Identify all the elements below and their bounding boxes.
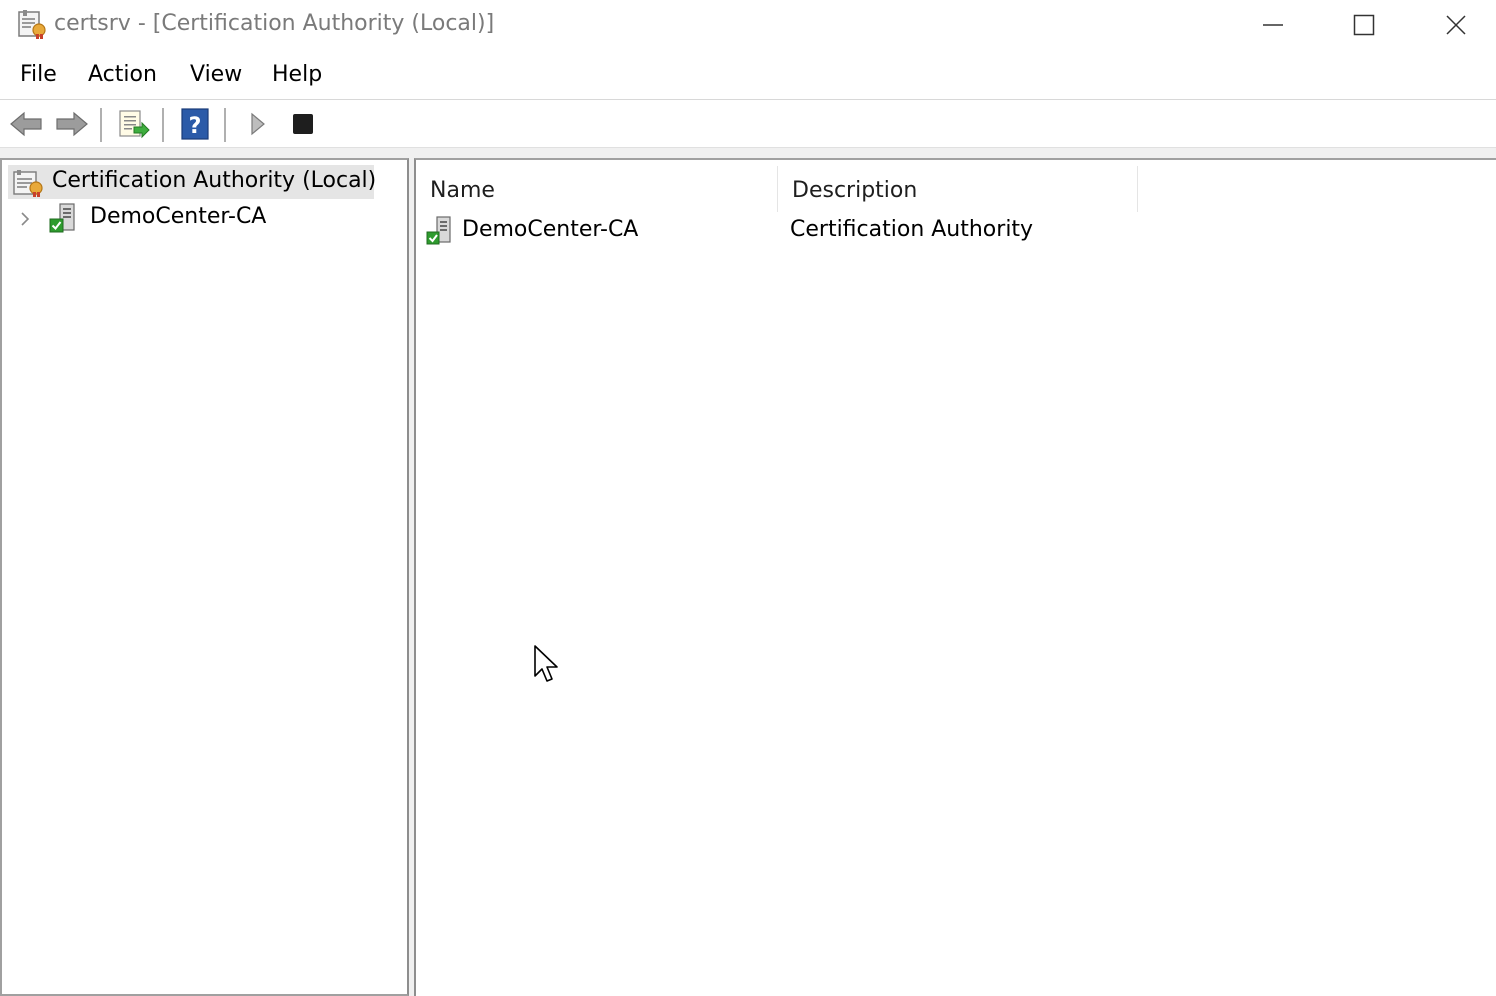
certificate-authority-icon	[12, 169, 44, 201]
list-item-description: Certification Authority	[790, 217, 1034, 242]
column-header-name[interactable]: Name	[416, 166, 778, 212]
minimize-button[interactable]	[1227, 0, 1319, 50]
toolbar-separator	[162, 108, 164, 142]
tree-item-certification-authority-local[interactable]: Certification Authority (Local)	[8, 165, 377, 201]
stop-service-icon	[293, 114, 313, 134]
certificate-app-icon	[18, 9, 48, 39]
tree-item-label: DemoCenter-CA	[90, 204, 267, 229]
title-bar: certsrv - [Certification Authority (Loca…	[0, 0, 1496, 52]
help-icon: ?	[181, 108, 209, 140]
menu-file[interactable]: File	[20, 62, 57, 87]
close-icon	[1446, 15, 1466, 35]
help-button[interactable]: ?	[176, 106, 214, 142]
minimize-icon	[1263, 24, 1283, 26]
svg-text:?: ?	[189, 114, 202, 139]
maximize-button[interactable]	[1318, 0, 1410, 50]
tree-item-label: Certification Authority (Local)	[52, 168, 377, 193]
maximize-icon	[1353, 14, 1375, 36]
start-service-icon	[251, 112, 265, 136]
column-header-label: Name	[430, 178, 495, 203]
export-list-button[interactable]	[114, 106, 152, 142]
tree-item-democenter-ca[interactable]: DemoCenter-CA	[12, 202, 312, 236]
list-item[interactable]: DemoCenter-CA Certification Authority	[416, 212, 1476, 248]
back-arrow-icon	[10, 111, 42, 137]
stop-service-button[interactable]	[284, 106, 322, 142]
menu-action[interactable]: Action	[88, 62, 157, 87]
ca-server-running-icon	[48, 202, 78, 238]
menu-view[interactable]: View	[190, 62, 242, 87]
chevron-right-icon[interactable]	[18, 210, 32, 232]
column-header-label: Description	[792, 178, 918, 203]
back-button[interactable]	[7, 106, 45, 142]
column-header-description[interactable]: Description	[778, 166, 1138, 212]
list-item-name: DemoCenter-CA	[462, 217, 639, 242]
ca-server-running-icon	[426, 216, 454, 250]
menu-help[interactable]: Help	[272, 62, 322, 87]
forward-button[interactable]	[53, 106, 91, 142]
start-service-button[interactable]	[238, 106, 276, 142]
toolbar-separator	[224, 108, 226, 142]
close-button[interactable]	[1410, 0, 1496, 50]
export-list-icon	[119, 110, 150, 139]
console-tree: Certification Authority (Local) DemoCent…	[0, 158, 409, 996]
toolbar-separator	[100, 108, 102, 142]
menu-bar: File Action View Help	[0, 52, 1496, 100]
mouse-cursor-icon	[533, 644, 561, 690]
results-list: Name Description DemoCenter-CA Certifica…	[414, 158, 1496, 996]
window-title: certsrv - [Certification Authority (Loca…	[54, 11, 495, 36]
forward-arrow-icon	[56, 111, 88, 137]
toolbar: ?	[0, 100, 1496, 147]
